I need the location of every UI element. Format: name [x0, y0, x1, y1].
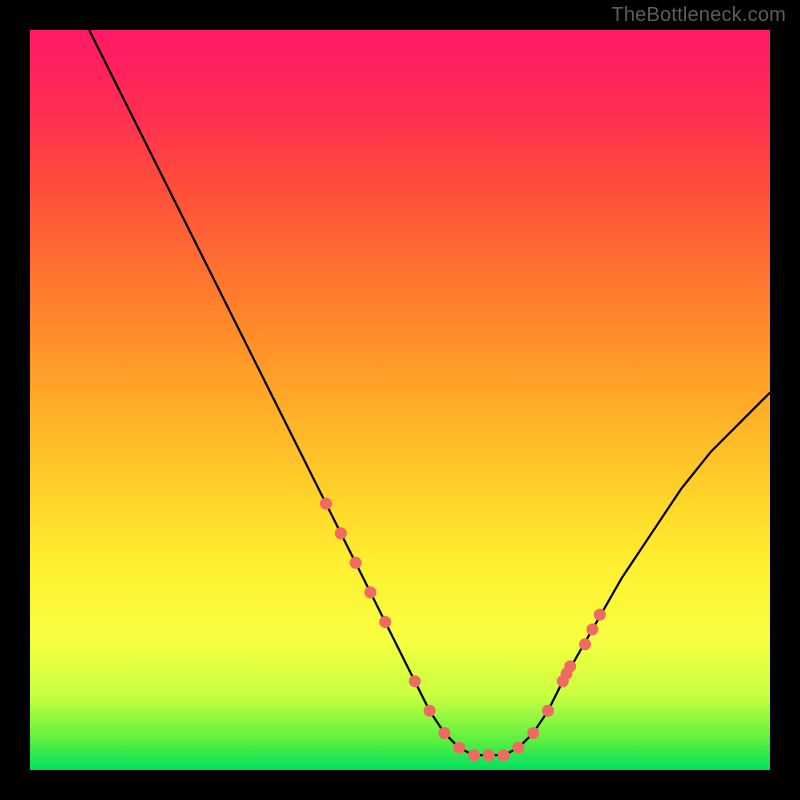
marker-point [379, 616, 391, 628]
marker-point [498, 749, 510, 761]
highlight-markers [320, 498, 606, 762]
marker-point [512, 742, 524, 754]
marker-point [424, 705, 436, 717]
marker-point [579, 638, 591, 650]
marker-point [468, 749, 480, 761]
bottleneck-curve [89, 30, 770, 755]
marker-point [586, 623, 598, 635]
marker-point [438, 727, 450, 739]
marker-point [350, 557, 362, 569]
marker-point [527, 727, 539, 739]
marker-point [364, 586, 376, 598]
chart-svg [30, 30, 770, 770]
marker-point [564, 660, 576, 672]
marker-point [453, 742, 465, 754]
marker-point [335, 527, 347, 539]
marker-point [320, 498, 332, 510]
marker-point [542, 705, 554, 717]
marker-point [409, 675, 421, 687]
chart-plot-area [30, 30, 770, 770]
marker-point [483, 749, 495, 761]
attribution-text: TheBottleneck.com [611, 4, 786, 27]
chart-frame: TheBottleneck.com [0, 0, 800, 800]
marker-point [594, 609, 606, 621]
